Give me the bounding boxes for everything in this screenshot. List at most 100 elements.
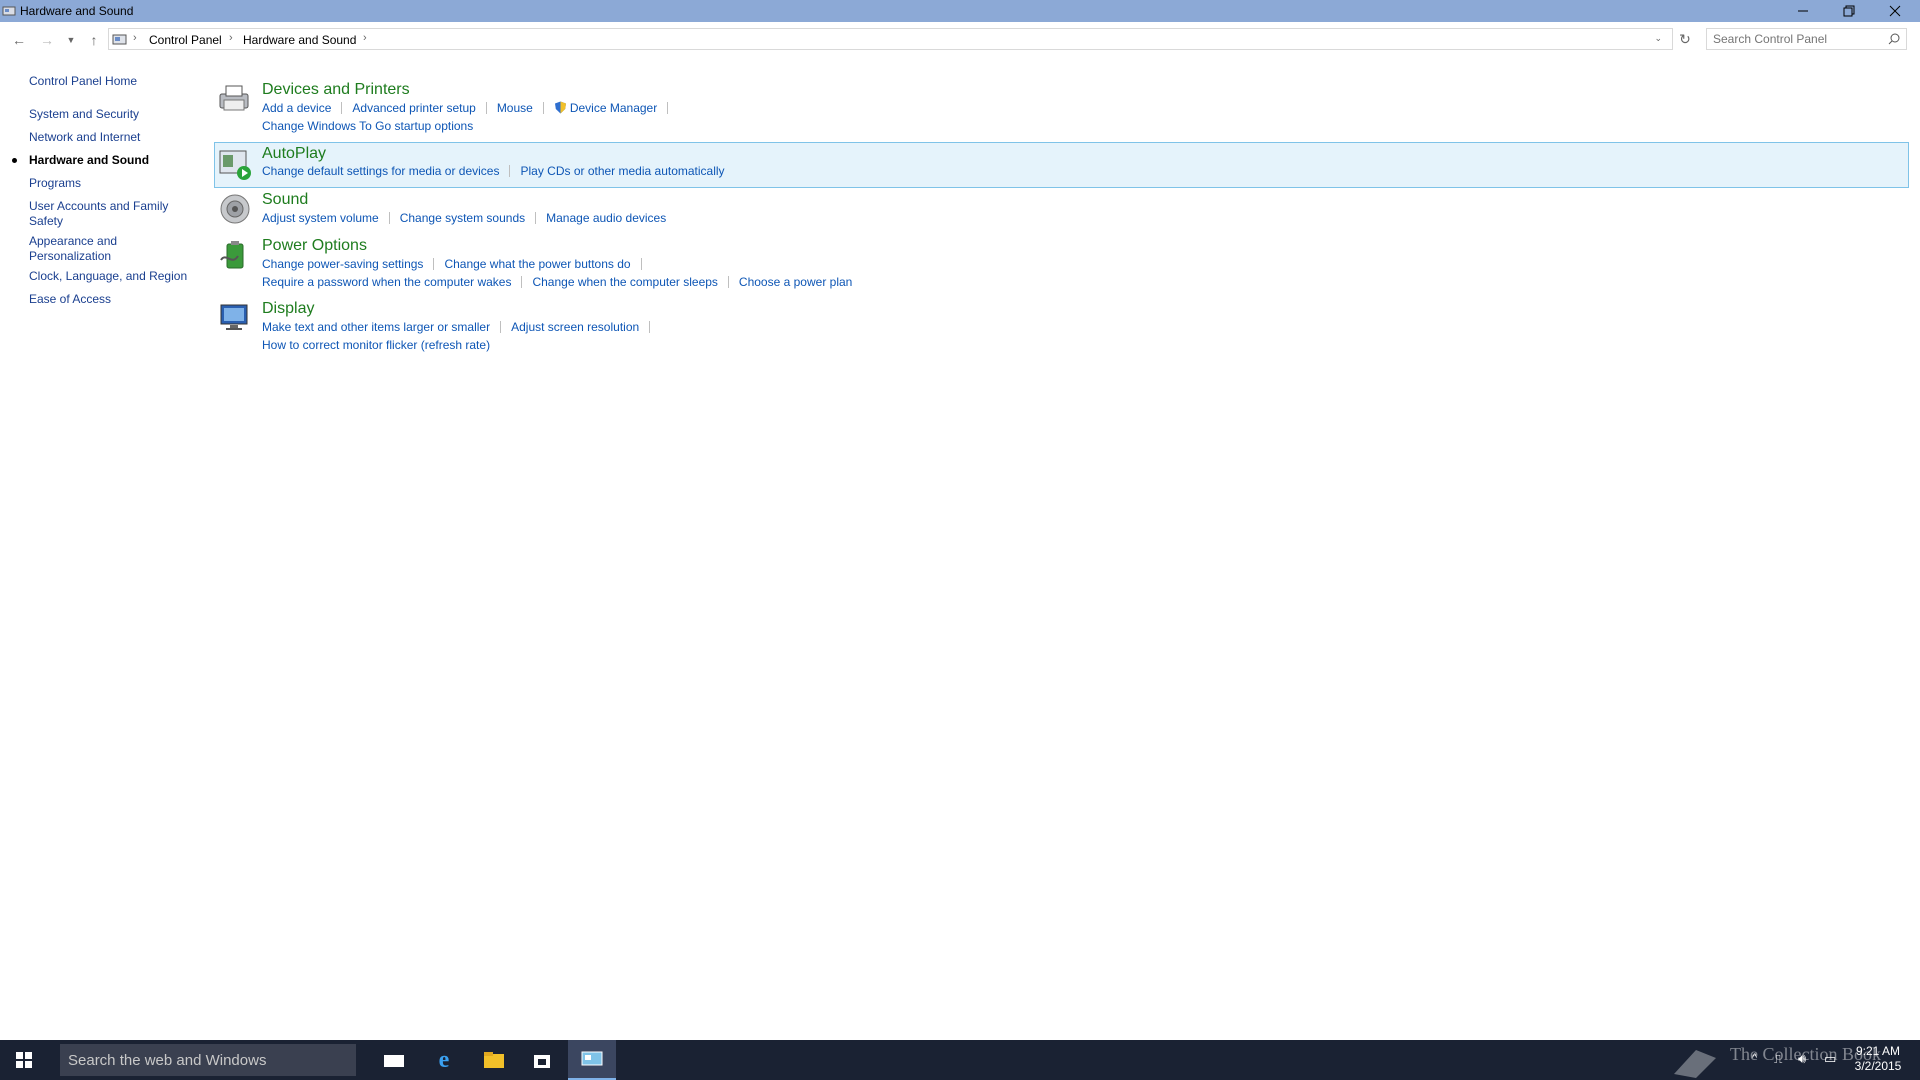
task-add-a-device[interactable]: Add a device (262, 101, 331, 115)
task-change-power-saving[interactable]: Change power-saving settings (262, 257, 423, 271)
back-button[interactable]: ← (10, 31, 28, 49)
task-change-default-settings[interactable]: Change default settings for media or dev… (262, 164, 499, 178)
category-title[interactable]: Power Options (262, 237, 367, 255)
recent-locations-button[interactable]: ▼ (62, 31, 80, 49)
clock-time: 9:21 AM (1855, 1044, 1901, 1058)
task-adjust-system-volume[interactable]: Adjust system volume (262, 211, 379, 225)
breadcrumb-separator-icon: › (133, 32, 137, 44)
chevron-down-icon: ▼ (66, 35, 76, 45)
network-icon[interactable]: ⎍ (1774, 1052, 1782, 1067)
divider (500, 321, 502, 333)
volume-icon[interactable]: 🔊︎ (1798, 1051, 1806, 1067)
task-row: Change power-saving settings Change what … (262, 257, 652, 271)
refresh-button[interactable]: ↻ (1676, 30, 1694, 48)
close-button[interactable] (1872, 0, 1918, 22)
breadcrumb-separator-icon: › (229, 32, 233, 44)
divider (640, 258, 642, 270)
shield-icon (554, 101, 566, 114)
sidebar-item-system-and-security[interactable]: System and Security (29, 107, 179, 122)
sidebar-item-user-accounts[interactable]: User Accounts and Family Safety (29, 199, 174, 229)
task-row: Add a device Advanced printer setup Mouse D… (262, 101, 678, 115)
close-icon (1889, 5, 1901, 17)
window-title: Hardware and Sound (20, 4, 134, 18)
task-row: Adjust system volume Change system sounds… (262, 211, 666, 225)
task-change-windows-to-go[interactable]: Change Windows To Go startup options (262, 119, 473, 133)
task-require-password-on-wake[interactable]: Require a password when the computer wak… (262, 275, 511, 289)
autoplay-icon (219, 150, 251, 180)
control-panel-icon (112, 34, 127, 45)
task-monitor-flicker[interactable]: How to correct monitor flicker (refresh … (262, 338, 490, 352)
divider (535, 212, 537, 224)
control-panel-taskbar-button[interactable] (568, 1040, 616, 1080)
address-bar[interactable]: › Control Panel › Hardware and Sound › ⌄ (108, 28, 1673, 50)
printer-icon (219, 85, 249, 111)
category-autoplay[interactable]: AutoPlay Change default settings for med… (214, 142, 1909, 188)
breadcrumb-separator-icon: › (363, 32, 367, 44)
restore-button[interactable] (1826, 0, 1872, 22)
clock-date: 3/2/2015 (1854, 1059, 1902, 1073)
sidebar-item-network-and-internet[interactable]: Network and Internet (29, 130, 179, 145)
store-button[interactable] (518, 1040, 566, 1080)
breadcrumb-control-panel[interactable]: Control Panel (149, 33, 222, 47)
minimize-button[interactable] (1780, 0, 1826, 22)
category-title[interactable]: Devices and Printers (262, 81, 410, 99)
speaker-icon (220, 194, 250, 224)
sidebar-item-ease-of-access[interactable]: Ease of Access (29, 292, 179, 307)
internet-explorer-button[interactable]: e (420, 1040, 468, 1080)
taskbar-search-box[interactable]: Search the web and Windows (60, 1044, 356, 1076)
task-change-system-sounds[interactable]: Change system sounds (400, 211, 525, 225)
task-change-power-buttons[interactable]: Change what the power buttons do (444, 257, 630, 271)
up-arrow-icon: ↑ (90, 32, 98, 48)
clock[interactable]: 9:21 AM 3/2/2015 (1848, 1044, 1908, 1074)
control-panel-icon (2, 6, 16, 16)
search-input[interactable] (1713, 31, 1883, 47)
sidebar-item-hardware-and-sound: Hardware and Sound (29, 153, 150, 167)
show-hidden-icons-icon[interactable]: ^ (1752, 1052, 1757, 1064)
sidebar-item-control-panel-home[interactable]: Control Panel Home (29, 74, 179, 89)
minimize-icon (1798, 10, 1808, 12)
category-sound: Sound Adjust system volume Change system … (214, 190, 1909, 234)
divider (667, 102, 669, 114)
navigation-bar: ← → ▼ ↑ › Control Panel › Hardware and S… (0, 22, 1920, 58)
divider (433, 258, 435, 270)
windows-logo-icon (16, 1052, 32, 1068)
start-button[interactable] (0, 1040, 48, 1080)
task-change-sleep[interactable]: Change when the computer sleeps (532, 275, 717, 289)
monitor-icon (220, 304, 248, 330)
restore-icon (1843, 5, 1855, 17)
action-center-icon[interactable]: ▭ (1824, 1051, 1836, 1067)
taskbar: Search the web and Windows e The Collect… (0, 1040, 1920, 1080)
divider (521, 276, 523, 288)
search-icon (1888, 33, 1900, 45)
task-choose-power-plan[interactable]: Choose a power plan (739, 275, 852, 289)
category-title[interactable]: Display (262, 300, 314, 318)
folder-icon (484, 1052, 504, 1068)
task-adjust-screen-resolution[interactable]: Adjust screen resolution (511, 320, 639, 334)
task-view-button[interactable] (370, 1040, 418, 1080)
task-view-icon (384, 1055, 404, 1067)
forward-button[interactable]: → (38, 31, 56, 49)
search-box[interactable] (1706, 28, 1907, 50)
breadcrumb-hardware-and-sound[interactable]: Hardware and Sound (243, 33, 356, 47)
file-explorer-button[interactable] (470, 1040, 518, 1080)
sidebar-item-programs[interactable]: Programs (29, 176, 179, 191)
divider (388, 212, 390, 224)
control-panel-icon (581, 1051, 603, 1066)
sidebar-item-appearance[interactable]: Appearance and Personalization (29, 234, 139, 264)
task-play-cds-automatically[interactable]: Play CDs or other media automatically (520, 164, 724, 178)
up-button[interactable]: ↑ (85, 31, 103, 49)
task-manage-audio-devices[interactable]: Manage audio devices (546, 211, 666, 225)
forward-arrow-icon: → (40, 32, 54, 48)
book-watermark-icon (1674, 1050, 1716, 1078)
task-make-text-larger[interactable]: Make text and other items larger or smal… (262, 320, 490, 334)
category-power-options: Power Options Change power-saving settin… (214, 236, 1909, 296)
address-dropdown-icon[interactable]: ⌄ (1654, 33, 1662, 44)
internet-explorer-icon: e (438, 1046, 450, 1073)
sidebar-item-clock-language-region[interactable]: Clock, Language, and Region (29, 269, 199, 284)
category-title[interactable]: Sound (262, 191, 308, 209)
category-title[interactable]: AutoPlay (262, 145, 326, 163)
divider (542, 102, 544, 114)
task-advanced-printer-setup[interactable]: Advanced printer setup (352, 101, 475, 115)
task-device-manager[interactable]: Device Manager (570, 101, 657, 115)
task-mouse[interactable]: Mouse (497, 101, 533, 115)
